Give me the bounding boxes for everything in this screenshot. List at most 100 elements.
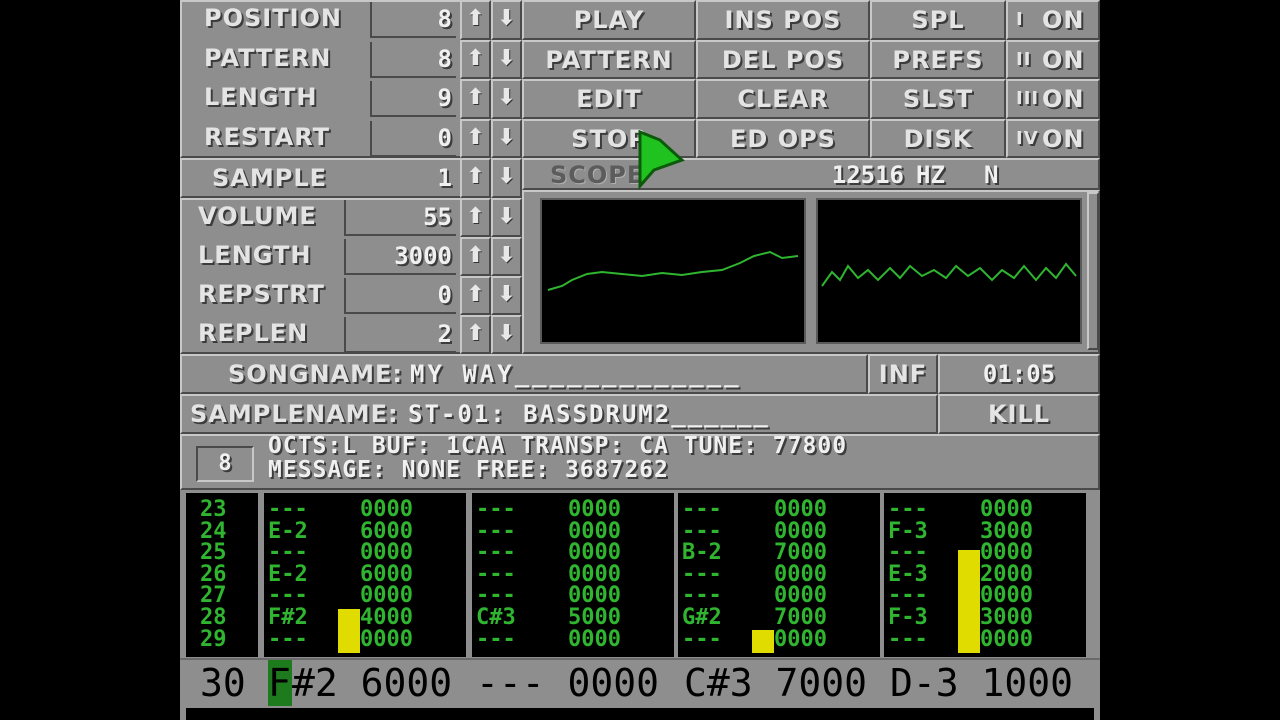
pattern-up-button[interactable]: ⬆ xyxy=(460,39,491,79)
track-note: --- xyxy=(476,583,516,609)
row-number: 23 xyxy=(200,497,227,522)
clear-button[interactable]: CLEAR xyxy=(696,79,870,119)
scope-panel xyxy=(522,190,1100,354)
track-note: E-3 xyxy=(888,561,928,587)
sample-volume-down-button[interactable]: ⬇ xyxy=(491,198,522,237)
restart-field[interactable]: 0 xyxy=(370,120,456,157)
time-display: 01:05 xyxy=(938,354,1100,394)
track-effect: 0000 xyxy=(568,540,621,566)
track-2[interactable]: --- 0000 --- 0000 --- 0000 --- 0000 --- 0000 C#3 50… xyxy=(472,493,674,657)
edit-cursor[interactable]: F xyxy=(268,660,292,706)
scope-unit: HZ xyxy=(916,161,945,189)
channel-2-toggle[interactable]: II ON xyxy=(1006,39,1100,79)
track-note: F-3 xyxy=(888,518,928,544)
slst-button[interactable]: SLST xyxy=(870,79,1006,119)
track-effect: 0000 xyxy=(568,626,621,652)
pattern-down-button[interactable]: ⬇ xyxy=(491,39,522,79)
position-field[interactable]: 8 xyxy=(370,2,456,38)
restart-down-button[interactable]: ⬇ xyxy=(491,118,522,158)
track-3[interactable]: --- 0000 --- 0000 B-2 7000 --- 0000 --- 0000 G#2 70… xyxy=(678,493,880,657)
length-down-button[interactable]: ⬇ xyxy=(491,79,522,119)
scope-frequency: 12516 xyxy=(831,161,904,189)
length-field[interactable]: 9 xyxy=(370,81,456,117)
length-up-button[interactable]: ⬆ xyxy=(460,79,491,119)
songname-field[interactable]: MY WAY_____________ xyxy=(410,356,870,392)
sample-volume-value: 55 xyxy=(423,203,452,231)
prefs-button[interactable]: PREFS xyxy=(870,39,1006,79)
sample-down-button[interactable]: ⬇ xyxy=(491,158,522,198)
spl-button[interactable]: SPL xyxy=(870,0,1006,40)
track-note: --- xyxy=(682,497,722,522)
pattern-value: 8 xyxy=(437,44,452,73)
ed-ops-button[interactable]: ED OPS xyxy=(696,118,870,158)
track-effect: 0000 xyxy=(360,626,413,652)
edit-skip-box[interactable]: 8 xyxy=(196,446,254,482)
track-note: B-2 xyxy=(682,540,722,566)
channel-1-number: I xyxy=(1016,9,1024,30)
length-label: LENGTH xyxy=(204,83,318,111)
position-up-button[interactable]: ⬆ xyxy=(460,0,491,40)
track-effect: 0000 xyxy=(568,561,621,587)
del-pos-button[interactable]: DEL POS xyxy=(696,39,870,79)
track-effect: 0000 xyxy=(568,497,621,522)
sample-repstrt-up-button[interactable]: ⬆ xyxy=(460,276,491,315)
sample-volume-up-button[interactable]: ⬆ xyxy=(460,198,491,237)
track-effect: 6000 xyxy=(360,561,413,587)
sample-length-up-button[interactable]: ⬆ xyxy=(460,237,491,276)
songname-row: SONGNAME: MY WAY_____________ xyxy=(180,354,868,394)
sample-replen-up-button[interactable]: ⬆ xyxy=(460,315,491,354)
scope-right-waveform xyxy=(821,262,1077,287)
status-panel: 8 OCTS:L BUF: 1CAA TRANSP: CA TUNE: 7780… xyxy=(180,433,1100,490)
edit-label: EDIT xyxy=(576,85,642,113)
track-effect: 7000 xyxy=(774,605,827,630)
sample-length-down-button[interactable]: ⬇ xyxy=(491,237,522,276)
edit-button[interactable]: EDIT xyxy=(522,79,696,119)
protracker-window: POSITION 8 ⬆ ⬇ PATTERN 8 ⬆ ⬇ LENGTH 9 ⬆ ⬇ RESTART 0 ⬆ ⬇… xyxy=(180,0,1100,720)
track-note: --- xyxy=(476,497,516,522)
samplename-field[interactable]: ST-01: BASSDRUM2______ xyxy=(408,396,928,432)
sample-up-button[interactable]: ⬆ xyxy=(460,158,491,198)
track-effect: 0000 xyxy=(774,626,827,652)
track-note: --- xyxy=(888,626,928,652)
restart-label: RESTART xyxy=(204,122,331,151)
del-pos-label: DEL POS xyxy=(721,45,845,74)
track-effect: 0000 xyxy=(774,561,827,587)
sample-replen-down-button[interactable]: ⬇ xyxy=(491,315,522,354)
play-button[interactable]: PLAY xyxy=(522,0,696,40)
restart-up-button[interactable]: ⬆ xyxy=(460,118,491,158)
ins-pos-button[interactable]: INS POS xyxy=(696,0,870,40)
sample-replen-value: 2 xyxy=(437,320,452,348)
vu-meter-4 xyxy=(958,550,980,653)
channel-4-toggle[interactable]: IV ON xyxy=(1006,118,1100,158)
play-label: PLAY xyxy=(573,6,645,34)
sample-length-label: LENGTH xyxy=(198,241,312,269)
track-note: --- xyxy=(888,583,928,609)
sample-volume-field[interactable]: 55 xyxy=(344,200,456,236)
channel-3-toggle[interactable]: III ON xyxy=(1006,79,1100,119)
pattern-field[interactable]: 8 xyxy=(370,41,456,78)
track-1[interactable]: --- 0000 E-2 6000 --- 0000 E-2 6000 --- 0000 F#2 40… xyxy=(264,493,466,657)
track-note: --- xyxy=(476,561,516,587)
kill-button[interactable]: KILL xyxy=(938,394,1100,434)
inf-button[interactable]: INF xyxy=(868,354,938,394)
disk-button[interactable]: DISK xyxy=(870,118,1006,158)
channel-4-number: IV xyxy=(1016,127,1039,149)
sample-length-field[interactable]: 3000 xyxy=(344,239,456,275)
pattern-button[interactable]: PATTERN xyxy=(522,39,696,79)
track-4[interactable]: --- 0000 F-3 3000 --- 0000 E-3 2000 --- 0000 F-3 30… xyxy=(884,493,1086,657)
channel-3-state: ON xyxy=(1042,85,1085,113)
scope-label: SCOPE xyxy=(550,161,645,189)
position-down-button[interactable]: ⬇ xyxy=(491,0,522,40)
channel-1-toggle[interactable]: I ON xyxy=(1006,0,1100,40)
songname-label: SONGNAME: xyxy=(228,360,404,388)
row-number: 26 xyxy=(200,561,227,587)
track-effect: 0000 xyxy=(774,497,827,522)
current-row-ch4: D-3 1000 xyxy=(890,661,1074,705)
scope-scrollbar[interactable] xyxy=(1087,192,1099,350)
next-row-strip xyxy=(186,708,1094,720)
sample-repstrt-down-button[interactable]: ⬇ xyxy=(491,276,522,315)
slst-label: SLST xyxy=(902,85,974,113)
channel-4-state: ON xyxy=(1042,124,1085,153)
sample-repstrt-field[interactable]: 0 xyxy=(344,278,456,314)
sample-replen-field[interactable]: 2 xyxy=(344,317,456,353)
